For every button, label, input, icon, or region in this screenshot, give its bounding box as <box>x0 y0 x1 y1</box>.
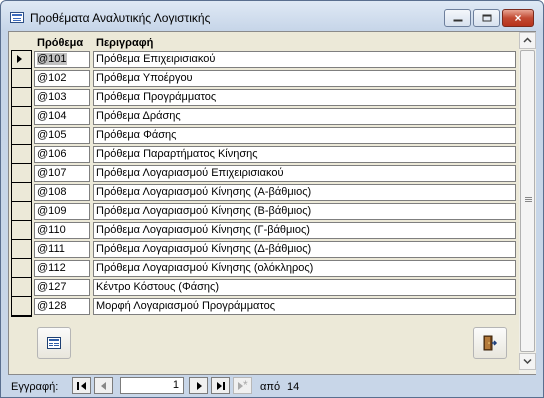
prefix-cell[interactable]: @105 <box>34 127 90 144</box>
prefix-cell[interactable]: @102 <box>34 70 90 87</box>
previous-record-button[interactable] <box>94 377 113 394</box>
description-cell[interactable]: Πρόθεμα Λογαριασμού Κίνησης (Γ-βάθμιος) <box>93 222 516 239</box>
table-row[interactable]: @103 Πρόθεμα Προγράμματος <box>10 88 518 107</box>
scroll-up-button[interactable] <box>519 32 536 49</box>
table-row[interactable]: @101 Πρόθεμα Επιχειρισιακού <box>10 50 518 69</box>
table-row[interactable]: @111 Πρόθεμα Λογαριασμού Κίνησης (Δ-βάθμι… <box>10 240 518 259</box>
description-cell[interactable]: Πρόθεμα Επιχειρισιακού <box>93 51 516 68</box>
description-cell[interactable]: Πρόθεμα Φάσης <box>93 127 516 144</box>
title-bar[interactable]: Προθέματα Αναλυτικής Λογιστικής × <box>1 1 543 31</box>
table-row[interactable]: @128 Μορφή Λογαριασμού Προγράμματος <box>10 297 518 316</box>
new-record-button[interactable]: * <box>233 377 252 394</box>
current-record-input[interactable]: 1 <box>120 377 184 394</box>
of-label: από <box>260 381 281 393</box>
prefix-cell[interactable]: @104 <box>34 108 90 125</box>
table-row[interactable]: @105 Πρόθεμα Φάσης <box>10 126 518 145</box>
current-record-arrow-icon <box>17 55 22 63</box>
next-record-button[interactable] <box>189 377 208 394</box>
description-cell[interactable]: Κέντρο Κόστους (Φάσης) <box>93 279 516 296</box>
record-selector[interactable] <box>11 69 32 88</box>
description-cell[interactable]: Πρόθεμα Λογαριασμού Κίνησης (Α-βάθμιος) <box>93 184 516 201</box>
prefix-cell[interactable]: @128 <box>34 298 90 315</box>
description-cell[interactable]: Πρόθεμα Λογαριασμού Επιχειρισιακού <box>93 165 516 182</box>
prefix-form: Πρόθεμα Περιγραφή @101 Πρόθεμα Επιχειρισι… <box>10 33 518 373</box>
prefix-cell[interactable]: @103 <box>34 89 90 106</box>
exit-door-icon <box>483 335 498 351</box>
description-cell[interactable]: Πρόθεμα Δράσης <box>93 108 516 125</box>
prefix-cell[interactable]: @106 <box>34 146 90 163</box>
prefix-cell[interactable]: @108 <box>34 184 90 201</box>
table-row[interactable]: @106 Πρόθεμα Παραρτήματος Κίνησης <box>10 145 518 164</box>
record-selector[interactable] <box>11 202 32 221</box>
table-row[interactable]: @112 Πρόθεμα Λογαριασμού Κίνησης (ολόκληρ… <box>10 259 518 278</box>
record-selector[interactable] <box>11 145 32 164</box>
minimize-button[interactable] <box>444 9 471 27</box>
last-record-button[interactable] <box>211 377 230 394</box>
record-selector[interactable] <box>11 126 32 145</box>
table-row[interactable]: @110 Πρόθεμα Λογαριασμού Κίνησης (Γ-βάθμι… <box>10 221 518 240</box>
table-row[interactable]: @104 Πρόθεμα Δράσης <box>10 107 518 126</box>
scroll-down-button[interactable] <box>519 353 536 370</box>
exit-form-button[interactable] <box>473 327 507 359</box>
column-header-prefix: Πρόθεμα <box>37 37 84 49</box>
description-cell[interactable]: Πρόθεμα Υποέργου <box>93 70 516 87</box>
prefix-cell[interactable]: @127 <box>34 279 90 296</box>
close-button[interactable]: × <box>502 9 534 27</box>
scroll-thumb[interactable] <box>520 50 535 352</box>
chevron-up-icon <box>523 37 532 43</box>
description-cell[interactable]: Μορφή Λογαριασμού Προγράμματος <box>93 298 516 315</box>
chevron-down-icon <box>523 358 532 365</box>
record-selector[interactable] <box>11 259 32 278</box>
application-window: Προθέματα Αναλυτικής Λογιστικής × Πρόθεμ… <box>0 0 544 398</box>
description-cell[interactable]: Πρόθεμα Λογαριασμού Κίνησης (Β-βάθμιος) <box>93 203 516 220</box>
window-title: Προθέματα Αναλυτικής Λογιστικής <box>30 11 211 25</box>
form-client-area: Πρόθεμα Περιγραφή @101 Πρόθεμα Επιχειρισι… <box>8 31 536 375</box>
description-cell[interactable]: Πρόθεμα Προγράμματος <box>93 89 516 106</box>
table-row[interactable]: @102 Πρόθεμα Υποέργου <box>10 69 518 88</box>
record-selector[interactable] <box>11 278 32 297</box>
record-selector[interactable] <box>11 107 32 126</box>
record-selector[interactable] <box>11 50 32 69</box>
column-header-description: Περιγραφή <box>96 37 154 49</box>
maximize-button[interactable] <box>473 9 500 27</box>
total-records: 14 <box>287 381 300 393</box>
record-selector[interactable] <box>11 164 32 183</box>
prefix-cell[interactable]: @112 <box>34 260 90 277</box>
record-selector[interactable] <box>11 88 32 107</box>
table-row[interactable]: @127 Κέντρο Κόστους (Φάσης) <box>10 278 518 297</box>
record-selector[interactable] <box>11 221 32 240</box>
description-cell[interactable]: Πρόθεμα Λογαριασμού Κίνησης (Δ-βάθμιος) <box>93 241 516 258</box>
record-label: Εγγραφή: <box>11 381 59 393</box>
description-cell[interactable]: Πρόθεμα Παραρτήματος Κίνησης <box>93 146 516 163</box>
record-navigation-bar: Εγγραφή: 1 * από 14 <box>1 375 543 397</box>
description-cell[interactable]: Πρόθεμα Λογαριασμού Κίνησης (ολόκληρος) <box>93 260 516 277</box>
prefix-cell[interactable]: @107 <box>34 165 90 182</box>
minimize-icon <box>453 15 462 22</box>
table-row[interactable]: @108 Πρόθεμα Λογαριασμού Κίνησης (Α-βάθμι… <box>10 183 518 202</box>
record-selector[interactable] <box>11 240 32 259</box>
first-record-button[interactable] <box>72 377 91 394</box>
prefix-cell[interactable]: @111 <box>34 241 90 258</box>
record-selector[interactable] <box>11 183 32 202</box>
table-row[interactable]: @109 Πρόθεμα Λογαριασμού Κίνησης (Β-βάθμι… <box>10 202 518 221</box>
form-window-icon[interactable] <box>10 12 24 23</box>
maximize-icon <box>482 14 491 22</box>
form-view-button[interactable] <box>37 327 71 359</box>
record-selector[interactable] <box>11 297 32 316</box>
close-icon: × <box>514 11 522 25</box>
form-icon <box>47 337 61 349</box>
table-row[interactable]: @107 Πρόθεμα Λογαριασμού Επιχειρισιακού <box>10 164 518 183</box>
prefix-cell[interactable]: @110 <box>34 222 90 239</box>
prefix-cell[interactable]: @101 <box>34 51 90 68</box>
prefix-cell[interactable]: @109 <box>34 203 90 220</box>
vertical-scrollbar[interactable] <box>519 32 536 374</box>
